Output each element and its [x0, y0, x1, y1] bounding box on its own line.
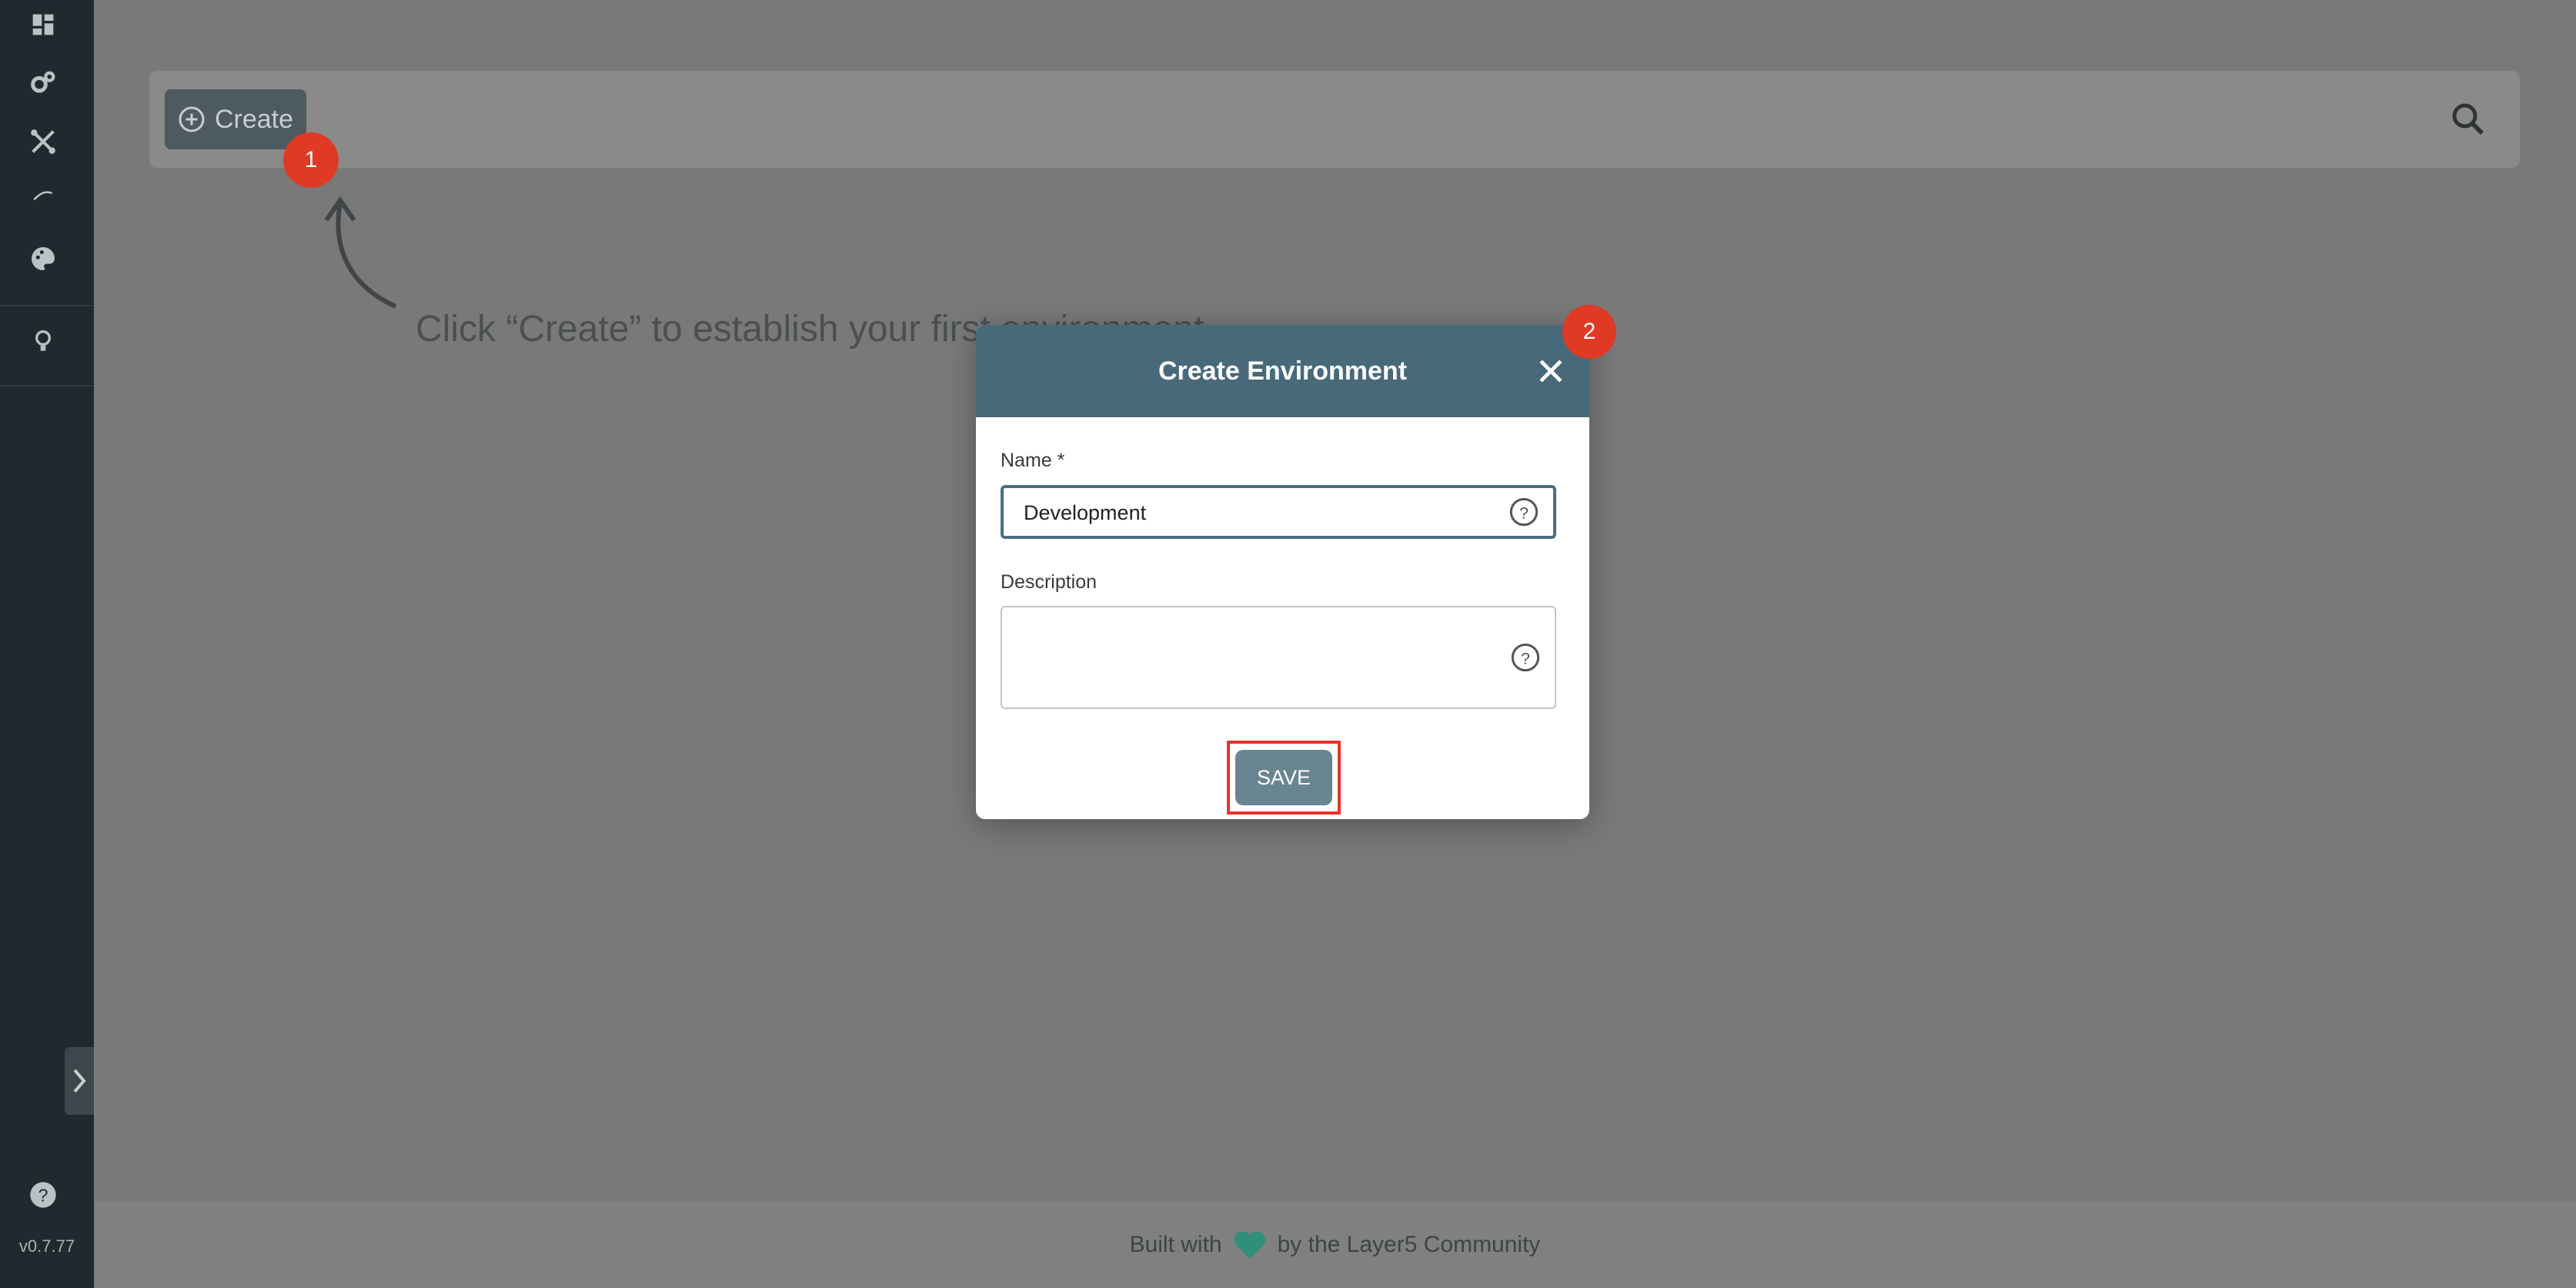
dashboard-icon[interactable]	[28, 9, 58, 40]
save-button[interactable]: SAVE	[1235, 750, 1332, 805]
create-button[interactable]: Create	[165, 89, 306, 149]
step-badge-1: 1	[283, 132, 339, 188]
create-environment-dialog: Create Environment Name * ? Description …	[976, 325, 1589, 819]
version-label: v0.7.77	[18, 1236, 75, 1256]
description-field[interactable]: ?	[1001, 606, 1556, 709]
footer-text-before: Built with	[1129, 1231, 1222, 1257]
toolbar: Create	[149, 71, 2520, 168]
description-input[interactable]	[1021, 607, 1485, 709]
name-input[interactable]	[1022, 488, 1487, 537]
curved-arrow-icon	[324, 196, 397, 309]
name-field[interactable]: ?	[1001, 485, 1556, 539]
gears-icon[interactable]	[28, 68, 58, 99]
curve-icon[interactable]	[28, 182, 58, 212]
sidebar-divider	[0, 385, 94, 386]
sidebar: ? v0.7.77	[0, 0, 94, 1288]
lightbulb-icon[interactable]	[28, 326, 58, 357]
close-icon[interactable]	[1534, 354, 1568, 388]
add-circle-icon	[179, 106, 205, 132]
search-icon[interactable]	[2447, 99, 2489, 140]
dialog-header: Create Environment	[976, 325, 1589, 417]
name-label: Name *	[1001, 450, 1065, 471]
help-icon[interactable]: ?	[1509, 497, 1539, 527]
svg-text:?: ?	[1521, 648, 1530, 667]
sidebar-divider	[0, 305, 94, 306]
chevron-right-icon	[73, 1069, 86, 1093]
svg-text:?: ?	[1519, 503, 1529, 522]
svg-text:?: ?	[38, 1185, 48, 1205]
footer: Built with by the Layer5 Community	[94, 1201, 2576, 1288]
description-label: Description	[1001, 571, 1098, 593]
palette-icon[interactable]	[28, 243, 58, 274]
create-button-label: Create	[214, 104, 294, 134]
heart-icon	[1234, 1231, 1265, 1259]
step-badge-2: 2	[1562, 305, 1616, 359]
dialog-title: Create Environment	[1158, 356, 1408, 386]
help-icon[interactable]: ?	[28, 1179, 58, 1210]
footer-text-after: by the Layer5 Community	[1277, 1231, 1541, 1257]
tools-icon[interactable]	[28, 126, 58, 157]
save-highlight: SAVE	[1227, 741, 1341, 815]
help-icon[interactable]: ?	[1510, 642, 1541, 673]
expand-sidebar-button[interactable]	[65, 1047, 94, 1115]
